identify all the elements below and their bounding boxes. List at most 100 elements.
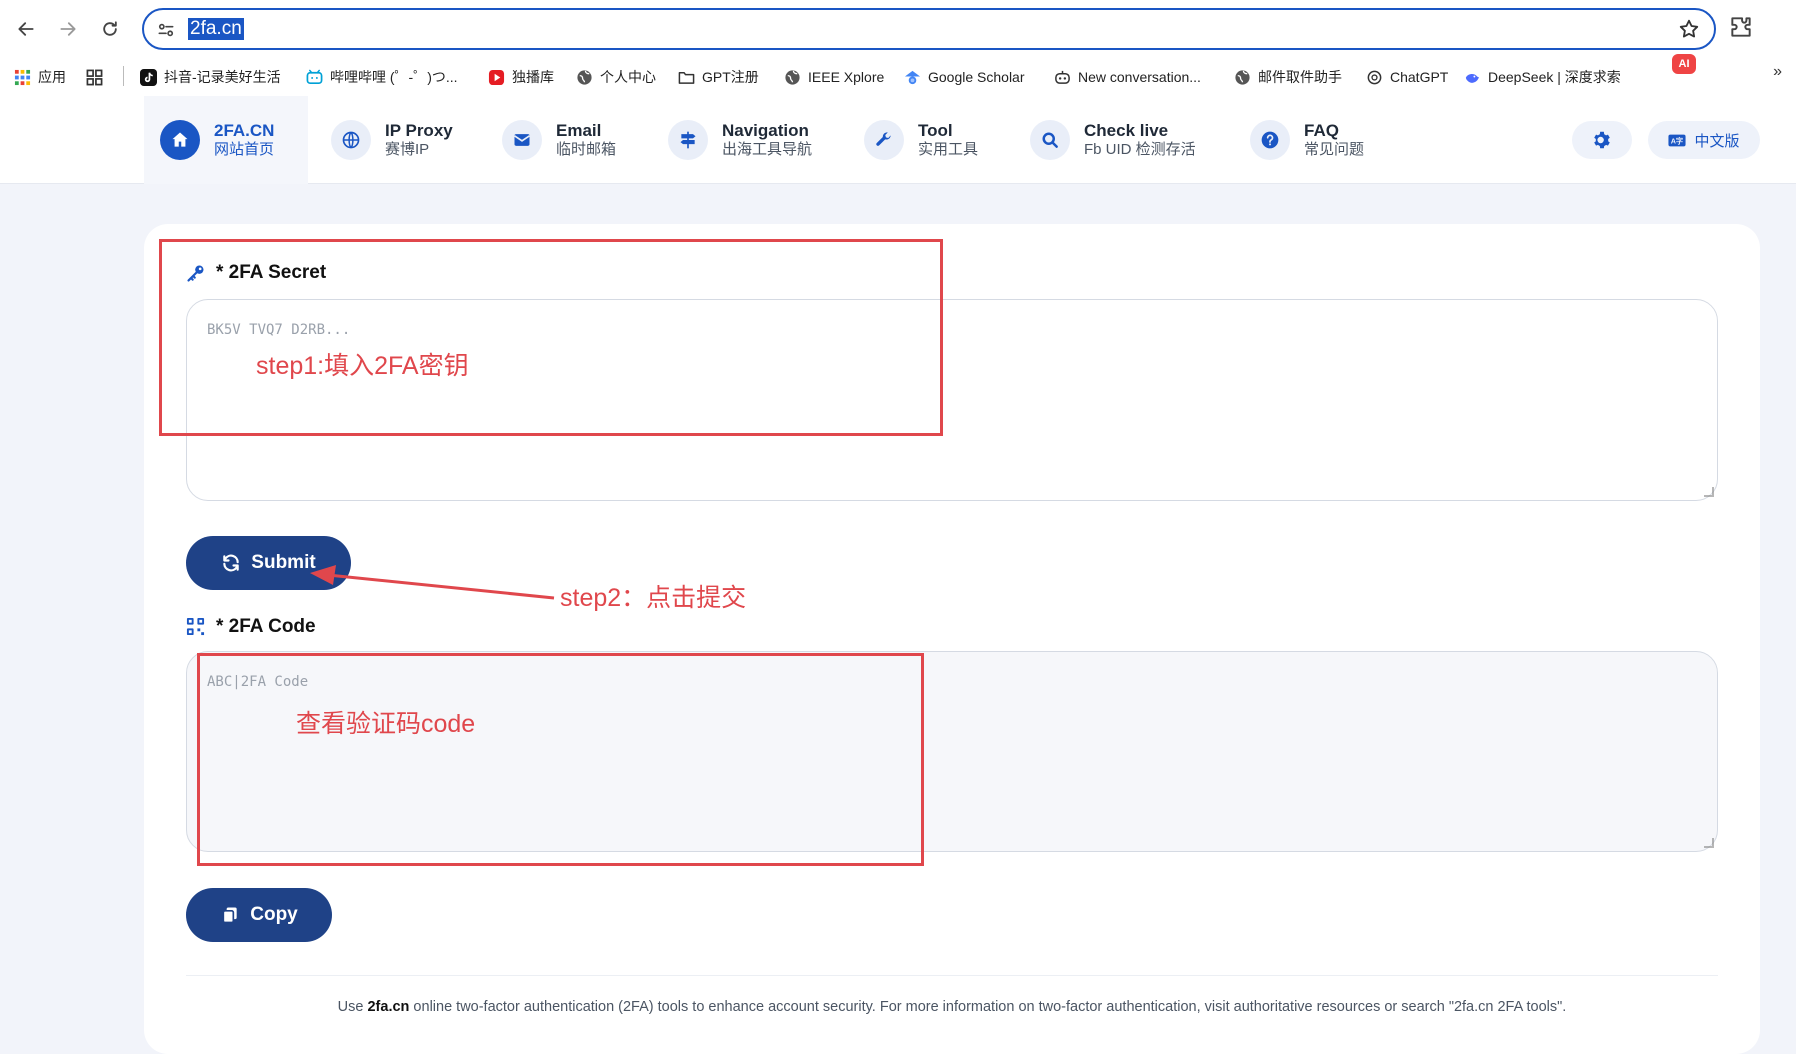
- bookmark-label: 抖音-记录美好生活: [164, 69, 281, 85]
- nav-title: Navigation: [722, 121, 809, 140]
- bookmarks-overflow-chevron-icon[interactable]: »: [1773, 63, 1782, 81]
- nav-subtitle: 常见问题: [1304, 141, 1365, 158]
- code-field-label: * 2FA Code: [186, 616, 316, 638]
- search-icon: [1030, 120, 1070, 160]
- globe-icon: [784, 69, 801, 86]
- bookmark-chatgpt[interactable]: ChatGPT: [1366, 65, 1448, 89]
- nav-subtitle: 赛博IP: [385, 141, 430, 158]
- nav-item-navigation[interactable]: Navigation 出海工具导航: [652, 96, 828, 184]
- arrow-right-icon: [60, 22, 76, 36]
- bookmark-ieee[interactable]: IEEE Xplore: [784, 65, 884, 89]
- globe-icon: [331, 120, 371, 160]
- nav-subtitle: Fb UID 检测存活: [1084, 141, 1196, 158]
- bookmark-tab-groups[interactable]: [86, 65, 103, 89]
- copy-button[interactable]: Copy: [186, 888, 332, 942]
- bookmark-duboku[interactable]: 独播库: [488, 65, 554, 89]
- annotation-step3: 查看验证码code: [296, 710, 476, 738]
- annotation-box-code: [197, 653, 924, 866]
- bookmark-separator: [123, 66, 124, 86]
- bookmark-label: 哔哩哔哩 (゜-゜)つ...: [330, 69, 458, 85]
- play-icon: [488, 69, 505, 86]
- language-switch-button[interactable]: A字 中文版: [1648, 121, 1760, 159]
- bookmark-label: 独播库: [512, 69, 554, 85]
- bookmark-label: 应用: [38, 69, 66, 85]
- resize-grip-icon[interactable]: [1704, 487, 1714, 497]
- reload-button[interactable]: [92, 11, 128, 47]
- refresh-icon: [223, 554, 240, 572]
- language-label: 中文版: [1694, 132, 1740, 150]
- nav-item-email[interactable]: Email 临时邮箱: [486, 96, 632, 184]
- apps-grid-icon: [14, 69, 31, 86]
- extensions-button[interactable]: [1728, 14, 1758, 44]
- scholar-icon: [904, 69, 921, 86]
- browser-toolbar: 2fa.cn: [0, 0, 1796, 58]
- footer-brand[interactable]: 2fa.cn: [367, 999, 409, 1015]
- bookmark-label: ChatGPT: [1390, 69, 1449, 85]
- bookmark-label: 邮件取件助手: [1258, 69, 1342, 85]
- language-icon: A字: [1668, 134, 1687, 146]
- bilibili-icon: [306, 69, 323, 86]
- code-label-text: * 2FA Code: [216, 616, 316, 637]
- deepseek-icon: [1464, 69, 1481, 86]
- tab-groups-icon: [86, 69, 103, 86]
- resize-grip-icon[interactable]: [1704, 838, 1714, 848]
- nav-item-check-live[interactable]: Check live Fb UID 检测存活: [1014, 96, 1212, 184]
- bookmark-personal-center[interactable]: 个人中心: [576, 65, 656, 89]
- bookmark-gpt-register[interactable]: GPT注册: [678, 65, 759, 89]
- nav-title: 2FA.CN: [214, 121, 275, 140]
- site-info-icon[interactable]: [156, 20, 176, 40]
- nav-title: Email: [556, 121, 602, 140]
- theme-toggle-button[interactable]: [1572, 121, 1632, 159]
- footer-divider: [186, 975, 1718, 976]
- site-header: 2FA.CN 网站首页 IP Proxy 赛博IP Email 临时邮箱 Nav…: [0, 96, 1796, 184]
- gear-icon: [1594, 131, 1610, 149]
- copy-icon: [222, 907, 237, 924]
- globe-icon: [576, 69, 593, 86]
- bookmark-new-conversation[interactable]: New conversation...: [1054, 65, 1201, 89]
- folder-icon: [678, 69, 695, 86]
- bookmark-star-icon[interactable]: [1678, 18, 1700, 40]
- bookmark-douyin[interactable]: 抖音-记录美好生活: [140, 65, 281, 89]
- nav-item-tool[interactable]: Tool 实用工具: [848, 96, 994, 184]
- nav-item-ip-proxy[interactable]: IP Proxy 赛博IP: [315, 96, 469, 184]
- bookmark-label: 个人中心: [600, 69, 656, 85]
- bookmark-label: GPT注册: [702, 69, 759, 85]
- bookmark-bilibili[interactable]: 哔哩哔哩 (゜-゜)つ...: [306, 65, 458, 89]
- annotation-box-secret: [159, 239, 943, 436]
- puzzle-icon: [1731, 17, 1751, 37]
- bot-icon: [1054, 69, 1071, 86]
- ai-extension-badge[interactable]: AI: [1670, 52, 1698, 76]
- wrench-icon: [864, 120, 904, 160]
- annotation-step2: step2：点击提交: [560, 584, 747, 612]
- question-icon: [1250, 120, 1290, 160]
- nav-subtitle: 临时邮箱: [556, 141, 617, 158]
- annotation-arrow: [310, 565, 555, 600]
- bookmark-label: DeepSeek | 深度求索: [1488, 69, 1621, 85]
- bookmark-label: New conversation...: [1078, 69, 1201, 85]
- back-button[interactable]: [8, 11, 44, 47]
- openai-icon: [1366, 69, 1383, 86]
- bookmark-apps[interactable]: 应用: [14, 65, 66, 89]
- bookmark-label: IEEE Xplore: [808, 69, 885, 85]
- nav-title: FAQ: [1304, 121, 1339, 140]
- bookmark-google-scholar[interactable]: Google Scholar: [904, 65, 1025, 89]
- nav-item-faq[interactable]: FAQ 常见问题: [1234, 96, 1380, 184]
- signpost-icon: [668, 120, 708, 160]
- annotation-step1: step1:填入2FA密钥: [256, 352, 469, 380]
- nav-item-home[interactable]: 2FA.CN 网站首页: [144, 96, 308, 184]
- bookmark-deepseek[interactable]: DeepSeek | 深度求索: [1464, 65, 1621, 89]
- copy-label: Copy: [250, 904, 298, 925]
- nav-title: IP Proxy: [385, 121, 453, 140]
- forward-button[interactable]: [50, 11, 86, 47]
- reload-icon: [103, 21, 117, 36]
- footer-note: Use 2fa.cn online two-factor authenticat…: [186, 999, 1718, 1015]
- bookmark-mail-helper[interactable]: 邮件取件助手: [1234, 65, 1342, 89]
- address-bar[interactable]: 2fa.cn: [142, 8, 1716, 50]
- mail-icon: [502, 120, 542, 160]
- bookmarks-bar: 应用 抖音-记录美好生活 哔哩哔哩 (゜-゜)つ... 独播库 个人中心 GPT…: [0, 58, 1796, 96]
- qrcode-icon: [186, 617, 206, 637]
- bookmark-label: Google Scholar: [928, 69, 1025, 85]
- url-text[interactable]: 2fa.cn: [188, 18, 244, 40]
- footer-prefix: Use: [337, 999, 368, 1015]
- nav-title: Check live: [1084, 121, 1169, 140]
